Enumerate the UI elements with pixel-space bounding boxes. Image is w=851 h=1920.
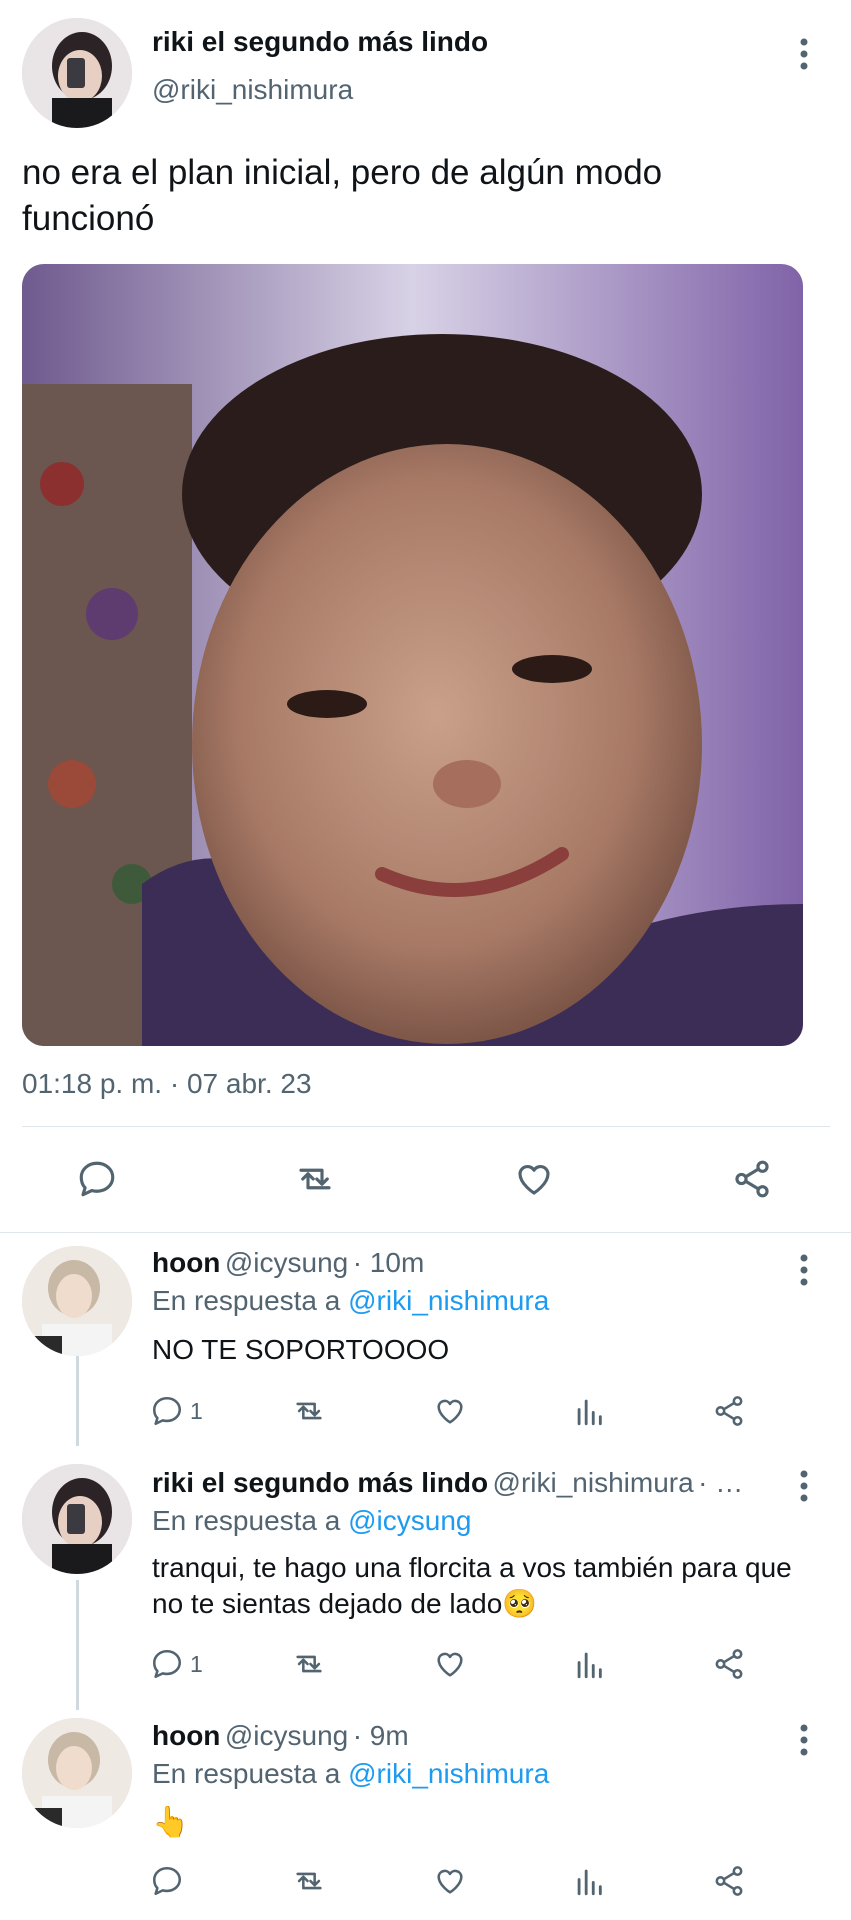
like-icon[interactable] — [432, 1647, 468, 1681]
main-tweet-handle[interactable]: @riki_nishimura — [152, 74, 353, 106]
reply-button[interactable]: 1 — [150, 1647, 203, 1681]
reply-count: 1 — [190, 1650, 203, 1677]
more-options-icon[interactable] — [794, 1250, 814, 1290]
analytics-icon[interactable] — [572, 1394, 606, 1428]
main-tweet-text: no era el plan inicial, pero de algún mo… — [22, 153, 663, 238]
reply-to-prefix: En respuesta a — [152, 1285, 341, 1316]
share-icon[interactable] — [712, 1394, 746, 1428]
share-icon[interactable] — [730, 1158, 774, 1200]
main-tweet-display-name[interactable]: riki el segundo más lindo — [152, 26, 488, 58]
main-tweet-avatar[interactable] — [22, 18, 132, 128]
reply-avatar[interactable] — [22, 1718, 132, 1828]
reply-icon[interactable] — [76, 1158, 118, 1200]
like-icon[interactable] — [432, 1864, 468, 1898]
share-icon[interactable] — [712, 1647, 746, 1681]
reply-handle[interactable]: @icysung — [225, 1247, 348, 1278]
reply-to-link[interactable]: @riki_nishimura — [348, 1758, 549, 1789]
share-icon[interactable] — [712, 1864, 746, 1898]
divider — [22, 1126, 830, 1127]
reply-to-link[interactable]: @icysung — [348, 1505, 471, 1536]
like-icon[interactable] — [512, 1158, 556, 1200]
analytics-icon[interactable] — [572, 1647, 606, 1681]
reply-text: 👆 — [152, 1806, 190, 1839]
reply-time: · … — [698, 1467, 744, 1498]
more-options-icon[interactable] — [794, 34, 814, 74]
retweet-icon[interactable] — [290, 1647, 328, 1681]
reply-to-prefix: En respuesta a — [152, 1758, 341, 1789]
reply-display-name[interactable]: hoon — [152, 1720, 220, 1751]
reply-avatar[interactable] — [22, 1464, 132, 1574]
reply-display-name[interactable]: riki el segundo más lindo — [152, 1467, 488, 1498]
reply-time: · 9m — [352, 1720, 409, 1751]
reply-avatar[interactable] — [22, 1246, 132, 1356]
reply-text: tranqui, te hago una florcita a vos tamb… — [152, 1552, 792, 1619]
retweet-icon[interactable] — [290, 1394, 328, 1428]
reply-to-link[interactable]: @riki_nishimura — [348, 1285, 549, 1316]
reply-time: · 10m — [352, 1247, 425, 1278]
main-tweet-timestamp: 01:18 p. m. · 07 abr. 23 — [22, 1068, 312, 1099]
reply-display-name[interactable]: hoon — [152, 1247, 220, 1278]
reply-to-prefix: En respuesta a — [152, 1505, 341, 1536]
reply-count: 1 — [190, 1397, 203, 1424]
reply-handle[interactable]: @icysung — [225, 1720, 348, 1751]
analytics-icon[interactable] — [572, 1864, 606, 1898]
reply-button[interactable]: 1 — [150, 1394, 203, 1428]
more-options-icon[interactable] — [794, 1466, 814, 1506]
reply-text: NO TE SOPORTOOOO — [152, 1334, 450, 1365]
thread-line — [76, 1580, 79, 1710]
divider — [0, 1232, 851, 1233]
more-options-icon[interactable] — [794, 1720, 814, 1760]
like-icon[interactable] — [432, 1394, 468, 1428]
reply-handle[interactable]: @riki_nishimura — [493, 1467, 694, 1498]
retweet-icon[interactable] — [290, 1864, 328, 1898]
tweet-photo[interactable] — [22, 264, 803, 1046]
retweet-icon[interactable] — [292, 1158, 338, 1200]
reply-button[interactable] — [150, 1864, 190, 1898]
